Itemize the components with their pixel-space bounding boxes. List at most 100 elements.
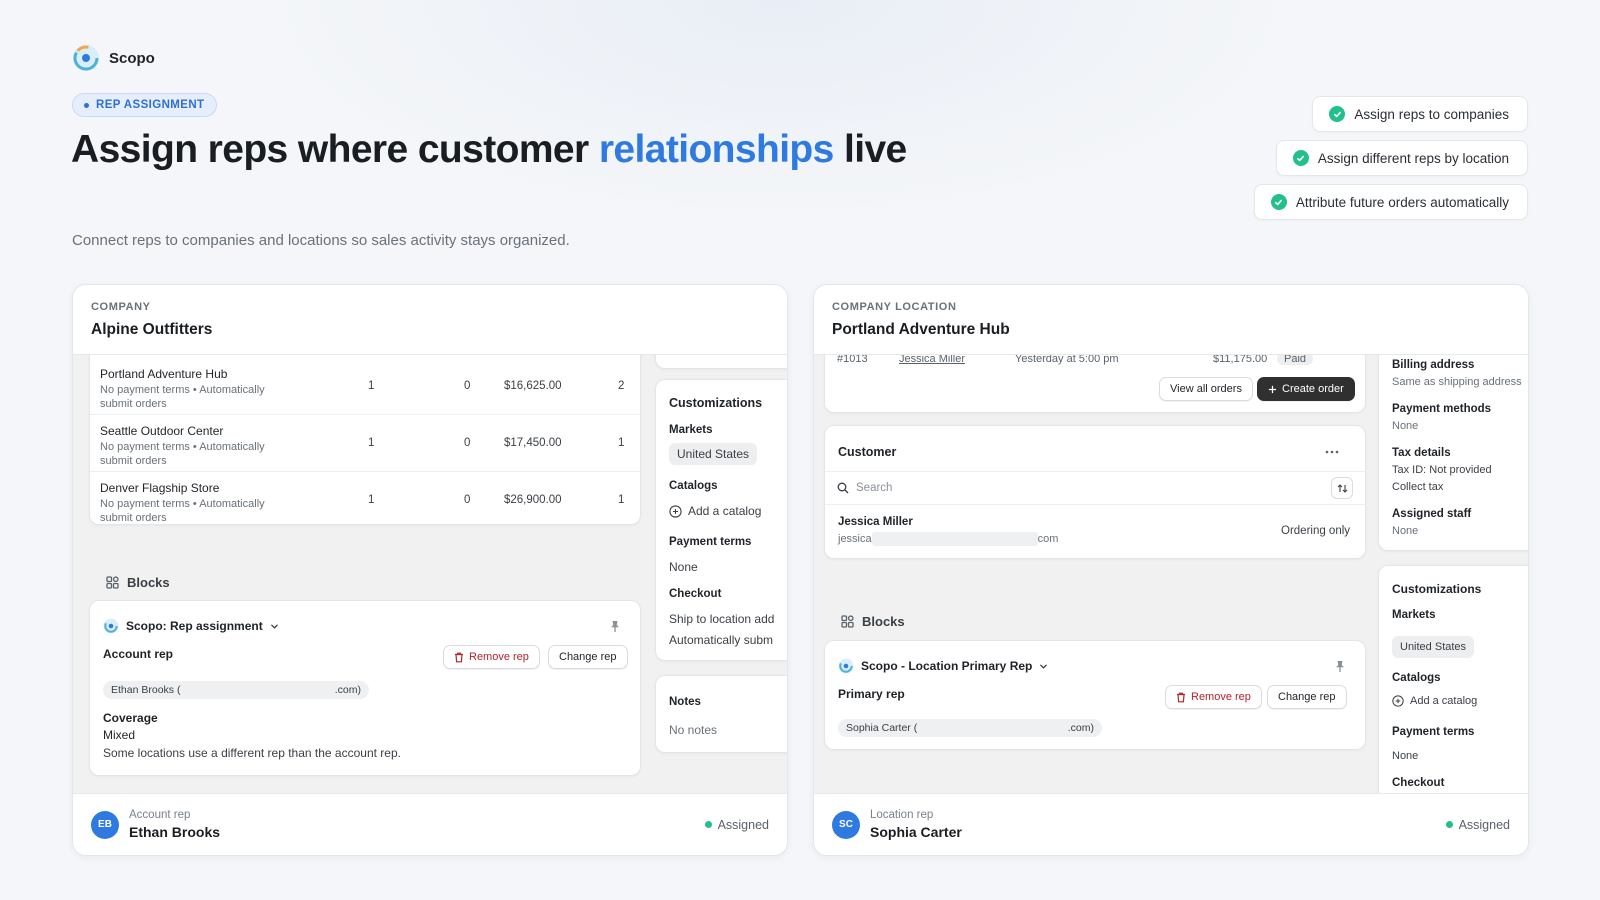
brand: Scopo (72, 44, 155, 72)
customer-panel: Customer Search Jessica Miller jessica c… (824, 425, 1366, 559)
catalogs-label: Catalogs (669, 480, 718, 492)
change-rep-button[interactable]: Change rep (548, 645, 628, 669)
payment-methods-label: Payment methods (1392, 403, 1492, 415)
payment-terms-label: Payment terms (669, 536, 752, 548)
scopo-logo-icon (73, 45, 99, 71)
card-title: Alpine Outfitters (91, 321, 213, 338)
order-total: $11,175.00 (1213, 355, 1268, 365)
location-name[interactable]: Portland Adventure Hub (100, 367, 227, 381)
market-tag[interactable]: United States (669, 443, 758, 465)
table-cell-amount: $26,900.00 (504, 494, 562, 506)
chevron-down-icon (1040, 664, 1048, 669)
billing-label: Billing address (1392, 359, 1475, 371)
customer-name[interactable]: Jessica Miller (838, 516, 913, 528)
pin-icon[interactable] (609, 620, 621, 633)
market-tag[interactable]: United States (1392, 636, 1475, 658)
coverage-label: Coverage (103, 711, 158, 725)
avatar: EB (91, 810, 119, 839)
markets-label: Markets (669, 424, 713, 436)
blocks-heading: Blocks (841, 614, 905, 629)
headline-start: Assign reps where customer (71, 128, 599, 171)
order-row[interactable]: #1013 Jessica Miller Yesterday at 5:00 p… (837, 355, 1365, 369)
view-all-orders-button[interactable]: View all orders (1159, 377, 1253, 401)
location-name[interactable]: Seattle Outdoor Center (100, 424, 223, 438)
locations-table: Portland Adventure Hub No payment terms … (89, 355, 641, 525)
add-catalog-label: Add a catalog (688, 504, 762, 518)
remove-rep-button[interactable]: Remove rep (1165, 685, 1262, 709)
table-cell-amount: $16,625.00 (504, 380, 562, 392)
tax-details-label: Tax details (1392, 447, 1451, 459)
pin-icon[interactable] (1334, 660, 1346, 673)
remove-rep-button[interactable]: Remove rep (443, 645, 540, 669)
check-circle-icon (1292, 150, 1309, 166)
payment-methods-value: None (1392, 420, 1419, 432)
checkout-setting: Automatically subm (669, 633, 774, 647)
tax-id: Tax ID: Not provided (1392, 464, 1492, 476)
table-cell: 0 (464, 380, 471, 392)
rep-email-chip: Sophia Carter ( .com) (838, 719, 1102, 737)
markets-label: Markets (1392, 609, 1436, 621)
app-selector[interactable]: Scopo: Rep assignment (103, 618, 279, 634)
search-icon (837, 482, 849, 494)
rep-chip-suffix: .com) (334, 684, 361, 696)
rep-name: Ethan Brooks (129, 824, 221, 840)
add-catalog-link[interactable]: Add a catalog (669, 504, 761, 518)
orders-panel: #1013 Jessica Miller Yesterday at 5:00 p… (824, 355, 1366, 413)
customizations-panel: Customizations Markets United States Cat… (1378, 565, 1528, 793)
table-cell: 0 (464, 494, 471, 506)
notes-value: No notes (669, 723, 718, 737)
app-selector[interactable]: Scopo - Location Primary Rep (838, 658, 1048, 674)
change-rep-label: Change rep (559, 651, 617, 663)
location-rep-block: Scopo - Location Primary Rep Primary rep… (824, 640, 1366, 750)
location-name[interactable]: Denver Flagship Store (100, 481, 219, 495)
rep-role-label: Location rep (870, 809, 934, 821)
table-row[interactable]: Denver Flagship Store No payment terms •… (90, 472, 640, 524)
customizations-heading: Customizations (669, 396, 763, 410)
view-all-label: View all orders (1170, 383, 1242, 395)
create-order-button[interactable]: Create order (1257, 377, 1355, 401)
billing-value: Same as shipping address (1392, 376, 1522, 388)
rep-chip-suffix: .com) (1067, 722, 1094, 734)
feature-label: Assign reps to companies (1354, 106, 1509, 122)
change-rep-label: Change rep (1278, 691, 1336, 703)
coverage-value: Mixed (103, 728, 136, 742)
feature-item: Assign reps to companies (1312, 96, 1528, 132)
blocks-icon (106, 576, 119, 589)
add-catalog-link[interactable]: Add a catalog (1392, 695, 1477, 707)
order-date: Yesterday at 5:00 pm (1015, 355, 1119, 365)
customer-heading: Customer (838, 445, 897, 459)
change-rep-button[interactable]: Change rep (1267, 685, 1347, 709)
add-catalog-label: Add a catalog (1410, 695, 1478, 707)
table-cell: 1 (618, 494, 625, 506)
table-cell: 1 (618, 437, 625, 449)
table-cell: 1 (368, 437, 375, 449)
company-card-header: COMPANY Alpine Outfitters (73, 285, 787, 355)
order-customer[interactable]: Jessica Miller (899, 355, 965, 365)
table-row[interactable]: Portland Adventure Hub No payment terms … (90, 358, 640, 415)
company-admin-view: Portland Adventure Hub No payment terms … (73, 355, 787, 793)
sort-button[interactable] (1331, 477, 1353, 499)
card-eyebrow: COMPANY (91, 301, 151, 313)
sort-icon (1337, 483, 1347, 493)
table-row[interactable]: Seattle Outdoor Center No payment terms … (90, 415, 640, 472)
more-icon[interactable] (1325, 450, 1339, 454)
location-details: No payment terms • Automatically submit … (100, 384, 265, 410)
feature-item: Attribute future orders automatically (1253, 184, 1528, 220)
payment-terms-value: None (1392, 750, 1419, 762)
customer-search[interactable]: Search (825, 471, 1365, 505)
pill-label: REP ASSIGNMENT (96, 99, 205, 111)
notes-panel: Notes No notes (655, 675, 787, 753)
status-dot (1445, 821, 1453, 828)
remove-rep-label: Remove rep (469, 651, 529, 663)
search-placeholder: Search (856, 482, 893, 494)
location-details: No payment terms • Automatically submit … (100, 441, 265, 467)
tax-collect: Collect tax (1392, 481, 1444, 493)
trash-icon (1177, 692, 1185, 702)
customizations-panel: Customizations Markets United States Cat… (655, 379, 787, 661)
order-id[interactable]: #1013 (837, 355, 868, 365)
feature-item: Assign different reps by location (1275, 140, 1528, 176)
section-pill: REP ASSIGNMENT (72, 93, 218, 117)
payment-terms-value: None (669, 560, 698, 574)
side-panel-top-stub (655, 355, 787, 369)
status-label: Assigned (1458, 817, 1510, 832)
